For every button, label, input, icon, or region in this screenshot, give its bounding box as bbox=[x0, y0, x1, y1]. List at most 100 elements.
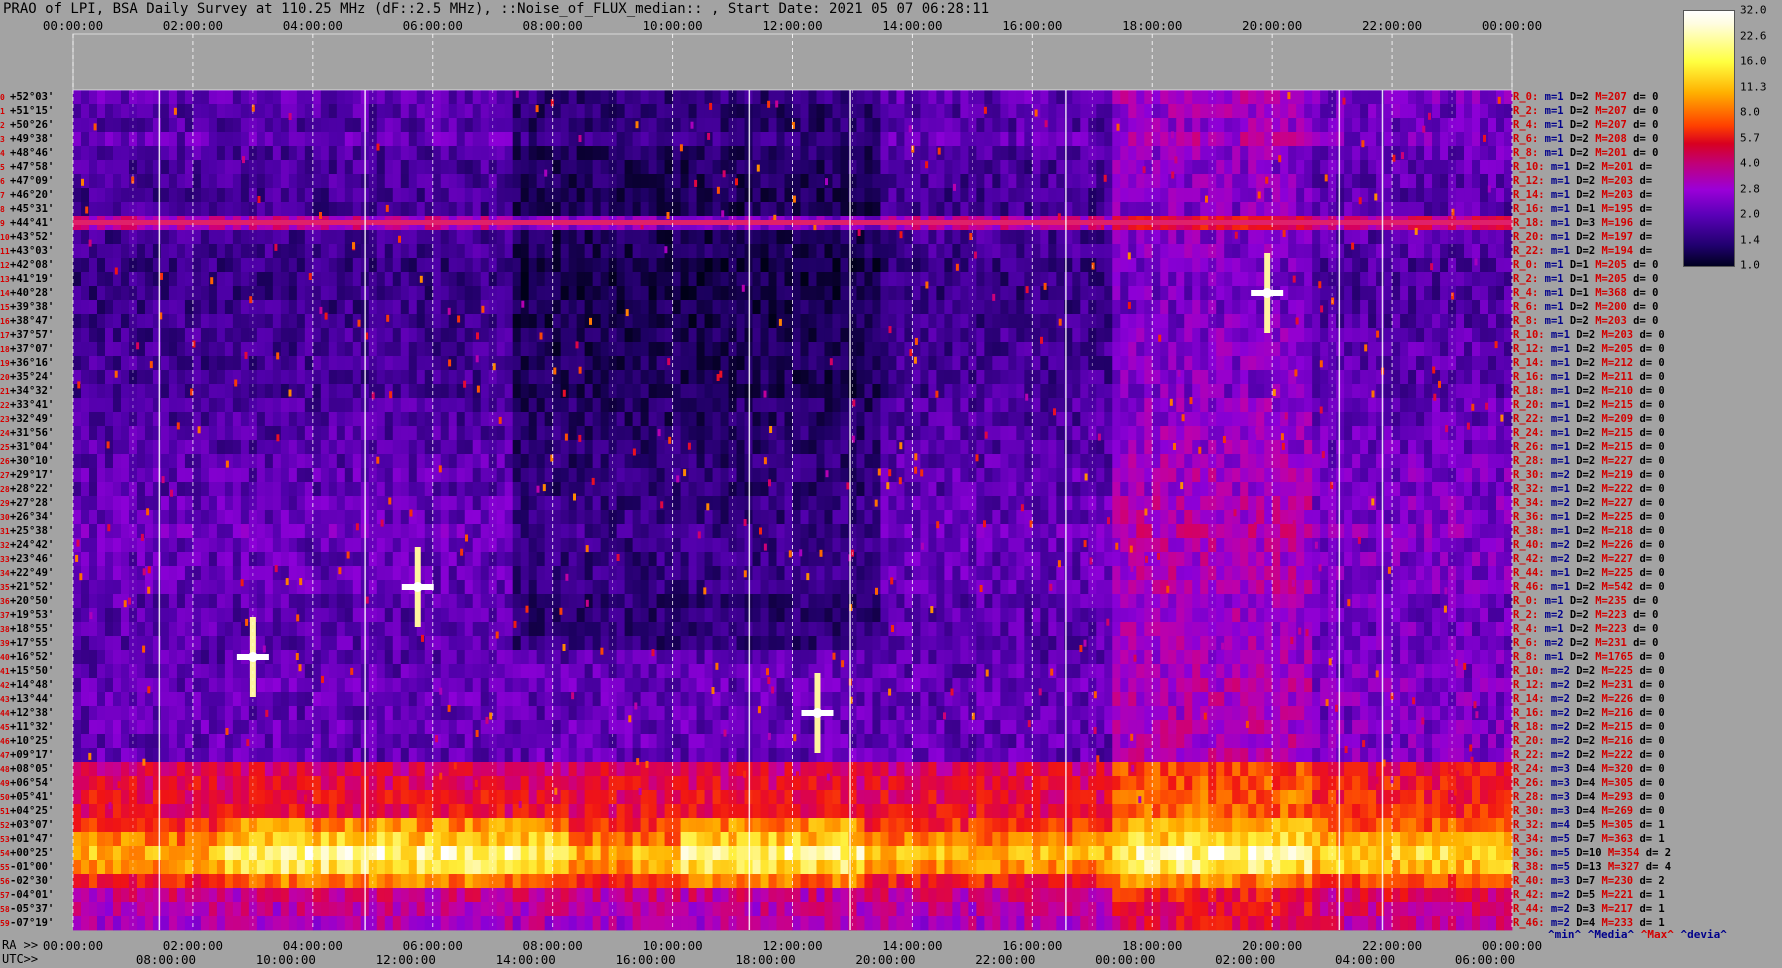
heatmap-cell bbox=[1288, 146, 1297, 161]
heatmap-cell bbox=[896, 174, 905, 189]
heatmap-cell bbox=[392, 104, 402, 119]
heatmap-cell bbox=[800, 370, 809, 385]
heatmap-cell bbox=[256, 258, 266, 273]
heatmap-cell bbox=[592, 426, 602, 441]
heatmap-cell bbox=[800, 272, 809, 287]
heatmap-cell bbox=[1104, 118, 1113, 133]
heatmap-cell bbox=[1136, 426, 1145, 441]
heatmap-cell bbox=[448, 272, 458, 287]
heatmap-cell bbox=[640, 188, 649, 203]
heatmap-cell bbox=[1032, 272, 1041, 287]
heatmap-cell bbox=[504, 188, 514, 203]
heatmap-cell bbox=[1160, 118, 1169, 133]
heatmap-cell bbox=[736, 356, 745, 371]
heatmap-cell bbox=[440, 426, 450, 441]
heatmap-cell bbox=[712, 454, 721, 469]
heatmap-cell bbox=[776, 202, 785, 217]
heatmap-cell bbox=[168, 230, 178, 245]
heatmap-cell bbox=[448, 146, 458, 161]
heatmap-cell bbox=[1008, 314, 1017, 329]
heatmap-cell bbox=[568, 272, 578, 287]
heatmap-cell bbox=[1408, 174, 1417, 189]
heatmap-cell bbox=[1320, 188, 1329, 203]
heatmap-cell bbox=[976, 314, 985, 329]
heatmap-cell bbox=[1000, 328, 1009, 343]
heatmap-cell bbox=[73, 328, 82, 343]
heatmap-cell bbox=[1488, 384, 1497, 399]
heatmap-cell bbox=[168, 314, 178, 329]
heatmap-cell bbox=[472, 426, 482, 441]
heatmap-cell bbox=[936, 300, 945, 315]
heatmap-cell bbox=[880, 90, 889, 105]
heatmap-cell bbox=[1136, 384, 1145, 399]
heatmap-cell bbox=[352, 328, 362, 343]
heatmap-cell bbox=[880, 440, 889, 455]
heatmap-cell bbox=[904, 244, 913, 259]
heatmap-cell bbox=[344, 230, 354, 245]
heatmap-cell bbox=[568, 412, 578, 427]
heatmap-cell bbox=[408, 272, 418, 287]
heatmap-cell bbox=[344, 342, 354, 357]
heatmap-cell bbox=[872, 370, 881, 385]
heatmap-cell bbox=[880, 342, 889, 357]
heatmap-cell bbox=[88, 132, 98, 147]
heatmap-cell bbox=[144, 440, 154, 455]
heatmap-cell bbox=[264, 440, 274, 455]
heatmap-cell bbox=[480, 174, 490, 189]
heatmap-cell bbox=[680, 286, 689, 301]
heatmap-cell bbox=[720, 356, 729, 371]
heatmap-cell bbox=[264, 300, 274, 315]
heatmap-cell bbox=[1352, 118, 1361, 133]
heatmap-cell bbox=[456, 174, 466, 189]
heatmap-cell bbox=[592, 342, 602, 357]
heatmap-cell bbox=[1384, 398, 1393, 413]
heatmap-cell bbox=[1416, 426, 1425, 441]
heatmap-cell bbox=[1304, 188, 1313, 203]
heatmap-cell bbox=[120, 104, 130, 119]
heatmap-cell bbox=[1456, 454, 1465, 469]
heatmap-cell bbox=[1296, 160, 1305, 175]
heatmap-cell bbox=[1312, 454, 1321, 469]
heatmap-cell bbox=[1128, 160, 1137, 175]
heatmap-cell bbox=[1416, 90, 1425, 105]
heatmap-cell bbox=[1096, 356, 1105, 371]
heatmap-cell bbox=[952, 104, 961, 119]
heatmap-cell bbox=[456, 286, 466, 301]
heatmap-cell bbox=[680, 202, 689, 217]
heatmap-cell bbox=[73, 440, 82, 455]
heatmap-cell bbox=[104, 468, 114, 483]
heatmap-cell bbox=[704, 468, 713, 483]
heatmap-cell bbox=[1032, 230, 1041, 245]
heatmap-cell bbox=[936, 286, 945, 301]
heatmap-cell bbox=[696, 454, 705, 469]
heatmap-cell bbox=[1128, 258, 1137, 273]
heatmap-cell bbox=[104, 230, 114, 245]
heatmap-cell bbox=[568, 440, 578, 455]
heatmap-cell bbox=[536, 146, 546, 161]
heatmap-cell bbox=[328, 356, 338, 371]
heatmap-cell bbox=[1280, 454, 1289, 469]
heatmap-cell bbox=[752, 300, 761, 315]
heatmap-cell bbox=[376, 440, 386, 455]
heatmap-cell bbox=[504, 132, 514, 147]
heatmap-cell bbox=[1496, 440, 1505, 455]
heatmap-cell bbox=[800, 468, 809, 483]
heatmap-cell bbox=[416, 118, 426, 133]
heatmap-cell bbox=[120, 230, 130, 245]
heatmap-cell bbox=[800, 230, 809, 245]
heatmap-cell bbox=[1280, 90, 1289, 105]
heatmap-cell bbox=[768, 258, 777, 273]
heatmap-cell bbox=[1424, 118, 1433, 133]
heatmap-cell bbox=[520, 370, 530, 385]
heatmap-cell bbox=[824, 370, 833, 385]
heatmap-cell bbox=[840, 286, 849, 301]
heatmap-cell bbox=[536, 132, 546, 147]
heatmap-cell bbox=[704, 356, 713, 371]
heatmap-cell bbox=[832, 90, 841, 105]
heatmap-cell bbox=[1104, 244, 1113, 259]
heatmap-cell bbox=[1072, 174, 1081, 189]
heatmap-cell bbox=[1048, 118, 1057, 133]
heatmap-cell bbox=[1200, 300, 1209, 315]
heatmap-cell bbox=[264, 104, 274, 119]
heatmap-cell bbox=[280, 104, 290, 119]
